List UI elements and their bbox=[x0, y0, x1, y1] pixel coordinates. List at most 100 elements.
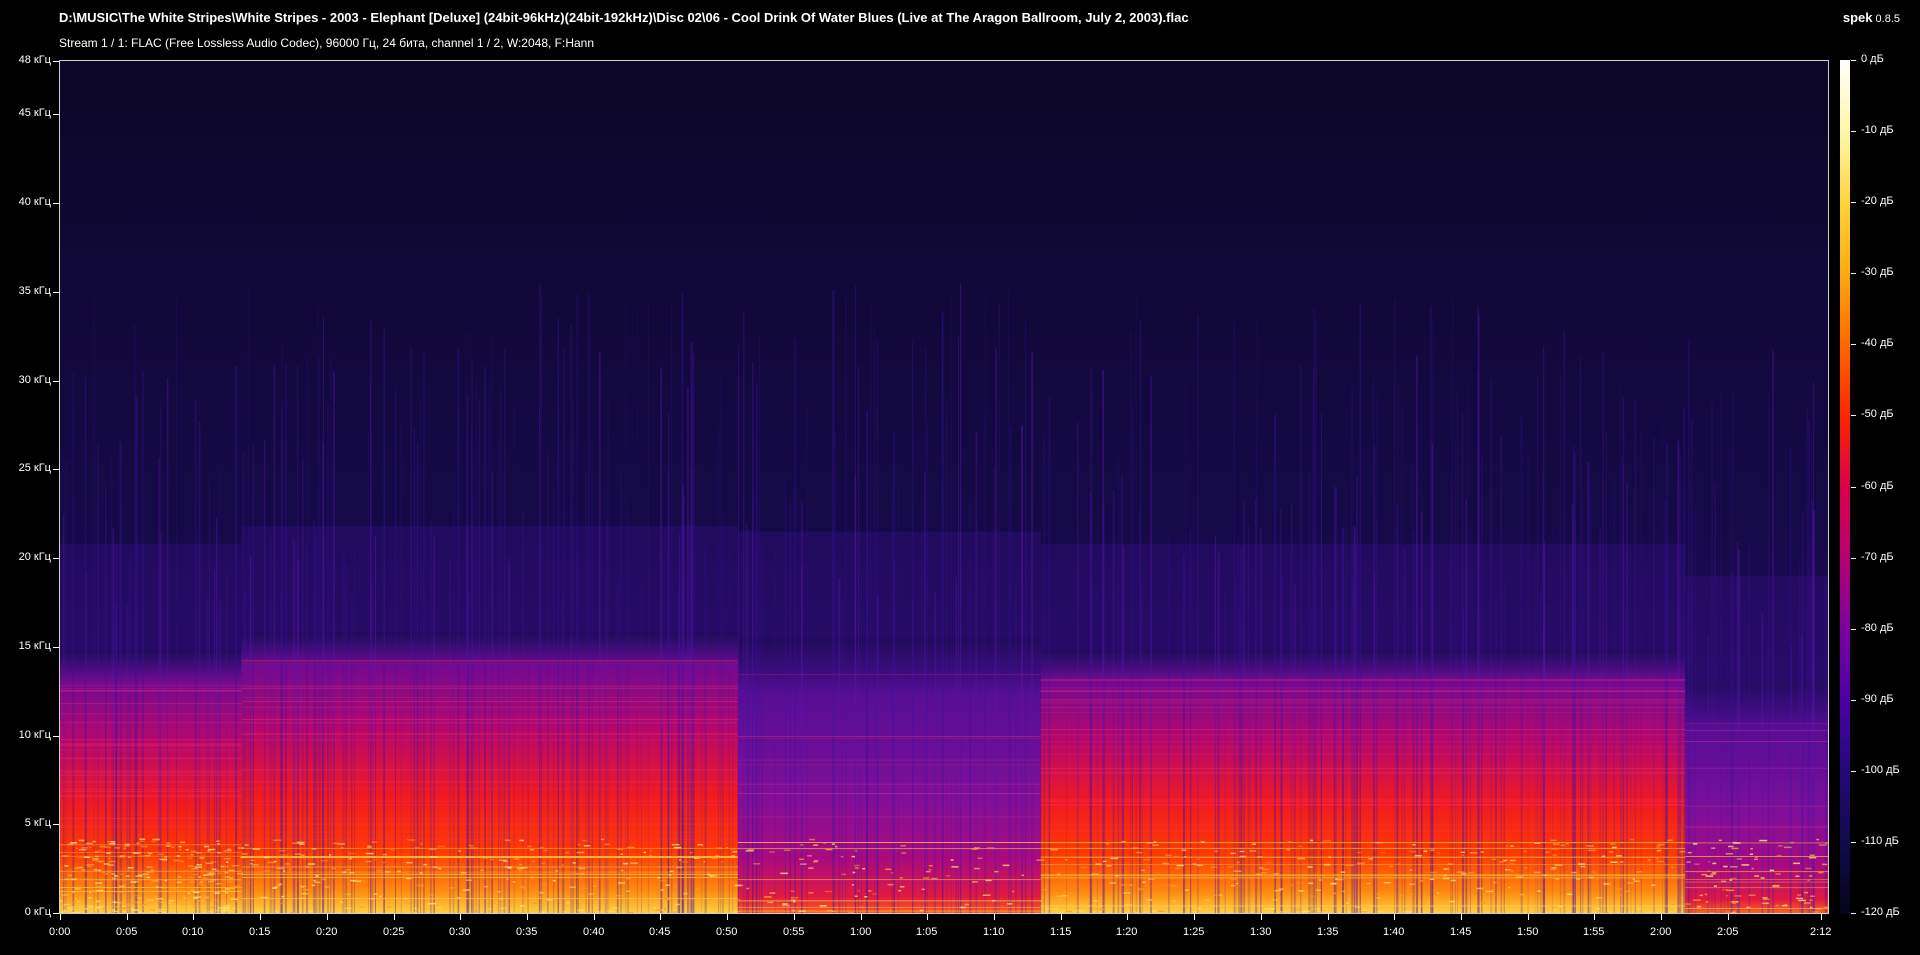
energy-speckle bbox=[790, 890, 795, 892]
energy-speckle bbox=[1185, 889, 1189, 891]
energy-speckle bbox=[578, 867, 586, 870]
energy-speckle bbox=[1099, 908, 1106, 910]
harmonic-line bbox=[1040, 830, 1686, 832]
energy-speckle bbox=[95, 900, 100, 903]
energy-speckle bbox=[1436, 892, 1440, 894]
energy-speckle bbox=[539, 911, 548, 913]
harmonic-line bbox=[1040, 864, 1686, 866]
energy-speckle bbox=[1491, 858, 1497, 861]
energy-speckle bbox=[753, 863, 761, 865]
transient-streak bbox=[835, 432, 836, 913]
energy-speckle bbox=[406, 861, 413, 864]
energy-speckle bbox=[763, 896, 772, 898]
transient-streak bbox=[1234, 580, 1237, 913]
transient-streak bbox=[93, 297, 95, 913]
energy-speckle bbox=[204, 845, 210, 848]
spectrogram-plot[interactable] bbox=[59, 60, 1829, 914]
energy-speckle bbox=[505, 839, 510, 842]
transient-streak bbox=[562, 347, 565, 913]
energy-speckle bbox=[311, 848, 317, 850]
energy-speckle bbox=[1200, 841, 1205, 843]
energy-speckle bbox=[899, 886, 905, 888]
energy-speckle bbox=[114, 875, 118, 877]
energy-speckle bbox=[1804, 891, 1808, 894]
energy-speckle bbox=[173, 859, 181, 862]
energy-speckle bbox=[63, 905, 71, 907]
energy-speckle bbox=[103, 863, 110, 865]
energy-speckle bbox=[1342, 890, 1345, 893]
energy-speckle bbox=[1184, 856, 1187, 858]
time-tick-label: 1:05 bbox=[916, 926, 938, 938]
harmonic-line bbox=[241, 856, 738, 858]
energy-speckle bbox=[985, 879, 992, 882]
harmonic-line bbox=[1040, 874, 1686, 876]
db-tick-mark bbox=[1851, 629, 1856, 630]
freq-tick-mark bbox=[53, 736, 59, 737]
energy-speckle bbox=[1320, 909, 1326, 911]
freq-tick-label: 35 кГц bbox=[18, 285, 51, 297]
energy-speckle bbox=[279, 902, 286, 905]
transient-streak bbox=[1240, 548, 1243, 913]
transient-streak bbox=[252, 444, 254, 913]
energy-speckle bbox=[715, 855, 719, 857]
harmonic-line bbox=[1040, 746, 1686, 748]
energy-speckle bbox=[94, 907, 101, 909]
energy-speckle bbox=[116, 891, 123, 893]
energy-speckle bbox=[1354, 906, 1360, 908]
transient-streak bbox=[1690, 481, 1692, 913]
energy-speckle bbox=[972, 881, 978, 883]
energy-speckle bbox=[1587, 849, 1596, 852]
transient-streak bbox=[647, 300, 649, 913]
transient-streak bbox=[475, 382, 477, 913]
energy-speckle bbox=[1704, 893, 1708, 896]
energy-speckle bbox=[1346, 902, 1349, 904]
energy-speckle bbox=[1718, 839, 1722, 842]
energy-speckle bbox=[798, 910, 806, 912]
energy-speckle bbox=[552, 879, 556, 882]
file-path-title: D:\MUSIC\The White Stripes\White Stripes… bbox=[59, 10, 1189, 25]
energy-speckle bbox=[101, 897, 106, 899]
energy-speckle bbox=[1632, 878, 1636, 880]
energy-speckle bbox=[1407, 886, 1412, 888]
energy-speckle bbox=[653, 907, 656, 909]
energy-speckle bbox=[1480, 851, 1484, 853]
energy-speckle bbox=[792, 909, 796, 912]
transient-streak bbox=[941, 312, 944, 913]
energy-speckle bbox=[643, 851, 646, 854]
harmonic-line bbox=[241, 663, 738, 665]
energy-speckle bbox=[86, 864, 94, 866]
energy-speckle bbox=[535, 891, 543, 893]
harmonic-line bbox=[241, 769, 738, 771]
transient-streak bbox=[747, 529, 749, 913]
transient-streak bbox=[1481, 455, 1483, 913]
transient-streak bbox=[1590, 476, 1592, 913]
energy-speckle bbox=[283, 856, 290, 859]
energy-speckle bbox=[480, 869, 484, 872]
energy-speckle bbox=[138, 855, 145, 857]
transient-streak bbox=[1801, 513, 1804, 913]
harmonic-line bbox=[737, 793, 1041, 794]
harmonic-line bbox=[1685, 879, 1828, 880]
energy-speckle bbox=[473, 910, 479, 913]
transient-streak bbox=[1457, 388, 1458, 913]
energy-speckle bbox=[331, 867, 336, 870]
energy-speckle bbox=[681, 861, 689, 863]
energy-speckle bbox=[214, 892, 220, 894]
energy-speckle bbox=[623, 862, 629, 865]
energy-speckle bbox=[119, 885, 125, 888]
energy-speckle bbox=[168, 900, 175, 902]
energy-speckle bbox=[604, 843, 611, 846]
energy-speckle bbox=[301, 886, 304, 888]
energy-speckle bbox=[1793, 862, 1800, 865]
energy-speckle bbox=[1231, 884, 1235, 887]
transient-streak bbox=[207, 596, 209, 913]
energy-speckle bbox=[519, 863, 523, 866]
energy-speckle bbox=[1710, 873, 1716, 875]
db-tick-mark bbox=[1851, 415, 1856, 416]
energy-speckle bbox=[1143, 858, 1151, 861]
energy-speckle bbox=[1687, 851, 1692, 854]
transient-streak bbox=[1571, 503, 1574, 913]
transient-streak bbox=[307, 356, 309, 913]
energy-speckle bbox=[324, 886, 330, 888]
transient-streak bbox=[1500, 435, 1502, 913]
